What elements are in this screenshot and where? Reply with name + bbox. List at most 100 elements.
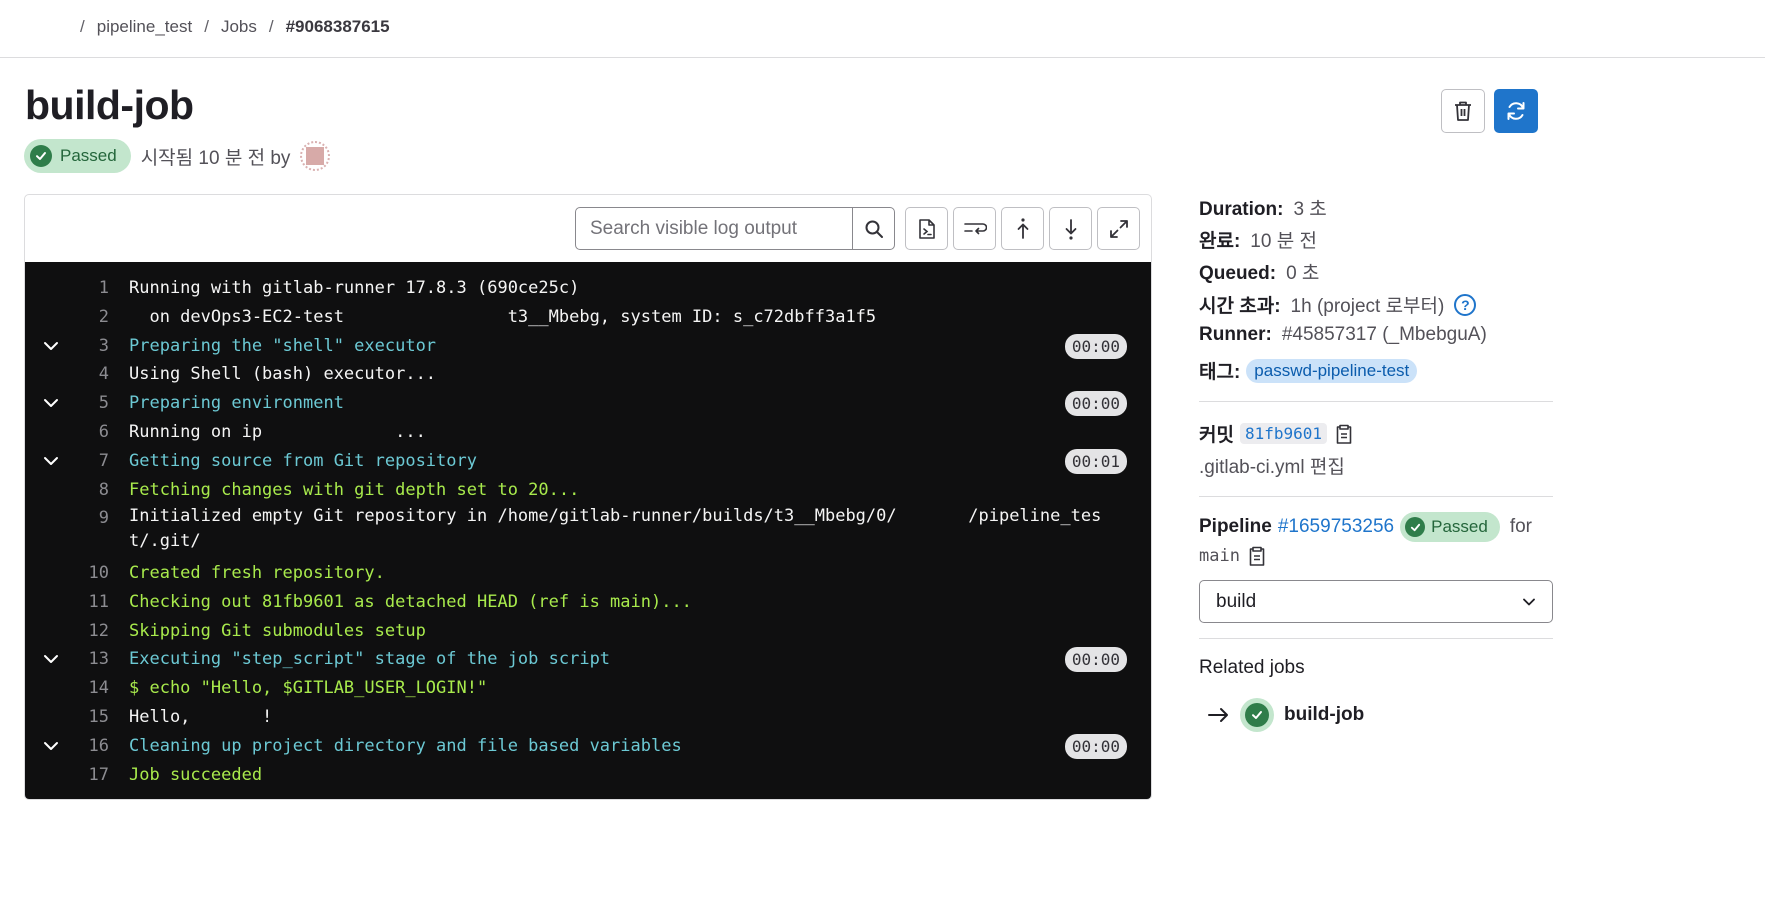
finished-value: 10 분 전 xyxy=(1250,231,1317,252)
scroll-bottom-button[interactable] xyxy=(1049,207,1092,250)
line-number[interactable]: 10 xyxy=(25,559,109,587)
stage-select-value: build xyxy=(1216,590,1257,612)
log-text: Job succeeded xyxy=(129,764,263,785)
duration-row: Duration: 3 초 xyxy=(1199,194,1327,221)
section-duration-badge: 00:00 xyxy=(1064,391,1127,417)
line-number[interactable]: 1 xyxy=(25,274,109,302)
log-text: Preparing the "shell" executor xyxy=(129,335,437,356)
commit-sha-link[interactable]: 81fb9601 xyxy=(1239,423,1328,444)
divider xyxy=(1199,638,1553,639)
commit-row: 커밋 81fb9601 xyxy=(1199,420,1353,447)
status-badge[interactable]: Passed xyxy=(24,139,131,173)
related-job-item[interactable]: build-job xyxy=(1208,698,1364,732)
copy-commit-button[interactable] xyxy=(1335,423,1353,445)
line-number[interactable]: 11 xyxy=(25,588,109,616)
copy-ref-button[interactable] xyxy=(1248,545,1266,567)
line-number[interactable]: 17 xyxy=(25,761,109,789)
breadcrumb: / pipeline_test / Jobs / #9068387615 xyxy=(80,17,390,37)
log-line: 1 Running with gitlab-runner 17.8.3 (690c… xyxy=(25,274,1151,302)
line-number[interactable]: 8 xyxy=(25,476,109,504)
breadcrumb-separator: / xyxy=(204,17,209,36)
scroll-top-icon xyxy=(1017,217,1028,239)
log-line: 10 Created fresh repository. xyxy=(25,559,1151,587)
top-bar: / pipeline_test / Jobs / #9068387615 xyxy=(0,0,1765,58)
help-icon[interactable]: ? xyxy=(1454,293,1477,316)
status-ring xyxy=(1240,698,1274,732)
pipeline-status-badge[interactable]: Passed xyxy=(1400,512,1500,542)
pipeline-status-label: Passed xyxy=(1431,517,1488,536)
log-search-button[interactable] xyxy=(852,208,894,249)
breadcrumb-separator: / xyxy=(80,17,85,36)
tags-row: 태그: passwd-pipeline-test xyxy=(1199,357,1418,384)
line-number[interactable]: 16 xyxy=(25,732,109,760)
erase-job-button[interactable] xyxy=(1441,89,1485,133)
line-number[interactable]: 7 xyxy=(25,447,109,475)
runner-row: Runner: #45857317 (_MbebguA) xyxy=(1199,324,1487,346)
avatar[interactable] xyxy=(300,141,331,171)
log-text: Preparing environment xyxy=(129,393,344,414)
line-number[interactable]: 13 xyxy=(25,645,109,673)
tags-label: 태그: xyxy=(1199,362,1241,383)
queued-label: Queued: xyxy=(1199,263,1277,284)
ci-file-link[interactable]: .gitlab-ci.yml 편집 xyxy=(1199,452,1345,479)
tag-badge: passwd-pipeline-test xyxy=(1246,358,1418,383)
log-line: 17 Job succeeded xyxy=(25,761,1151,789)
log-line: 4 Using Shell (bash) executor... xyxy=(25,360,1151,388)
line-number[interactable]: 9 xyxy=(25,504,109,532)
wrap-text-icon xyxy=(963,222,987,234)
line-number[interactable]: 6 xyxy=(25,418,109,446)
line-number[interactable]: 14 xyxy=(25,674,109,702)
line-number[interactable]: 3 xyxy=(25,332,109,360)
log-line: 15 Hello, ! xyxy=(25,703,1151,731)
ref-link[interactable]: main xyxy=(1199,546,1240,566)
log-line: 14 $ echo "Hello, $GITLAB_USER_LOGIN!" xyxy=(25,674,1151,702)
log-section-header[interactable]: 13 Executing "step_script" stage of the j… xyxy=(25,645,1151,673)
log-text: Executing "step_script" stage of the job… xyxy=(129,649,611,670)
log-text: Fetching changes with git depth set to 2… xyxy=(129,479,580,500)
check-circle-icon xyxy=(1245,703,1269,727)
timeout-label: 시간 초과: xyxy=(1199,296,1281,317)
raw-log-button[interactable] xyxy=(905,207,948,250)
breadcrumb-job-id[interactable]: #9068387615 xyxy=(286,17,390,37)
line-number[interactable]: 15 xyxy=(25,703,109,731)
line-number[interactable]: 5 xyxy=(25,389,109,417)
log-line: 6 Running on ip ... xyxy=(25,418,1151,446)
log-text: on devOps3-EC2-test t3__Mbebg, system ID… xyxy=(129,306,877,327)
stage-select[interactable]: build xyxy=(1199,580,1553,623)
log-text: Using Shell (bash) executor... xyxy=(129,364,437,385)
log-section-header[interactable]: 5 Preparing environment 00:00 xyxy=(25,389,1151,417)
log-line: 12 Skipping Git submodules setup xyxy=(25,617,1151,645)
log-section-header[interactable]: 3 Preparing the "shell" executor 00:00 xyxy=(25,332,1151,360)
log-section-header[interactable]: 16 Cleaning up project directory and file… xyxy=(25,732,1151,760)
line-number[interactable]: 12 xyxy=(25,617,109,645)
status-badge-label: Passed xyxy=(60,146,117,165)
fullscreen-icon xyxy=(1109,219,1128,238)
fullscreen-button[interactable] xyxy=(1097,207,1140,250)
duration-value: 3 초 xyxy=(1293,199,1327,220)
job-status-line: Passed 시작됨 10 분 전 by xyxy=(24,139,331,173)
log-search-input[interactable] xyxy=(576,208,852,249)
log-output: 1 Running with gitlab-runner 17.8.3 (690c… xyxy=(25,262,1151,799)
check-circle-icon xyxy=(1405,517,1426,537)
log-search xyxy=(575,207,895,250)
log-text: Running with gitlab-runner 17.8.3 (690ce… xyxy=(129,278,580,298)
breadcrumb-jobs[interactable]: Jobs xyxy=(221,17,257,37)
log-text: Running on ip ... xyxy=(129,422,426,442)
page-title: build-job xyxy=(25,82,194,128)
pipeline-label: Pipeline xyxy=(1199,516,1272,537)
pipeline-link[interactable]: #1659753256 xyxy=(1278,516,1394,538)
log-section-header[interactable]: 7 Getting source from Git repository 00:01 xyxy=(25,447,1151,475)
divider xyxy=(1199,496,1553,497)
timeout-value: 1h (project 로부터) xyxy=(1290,296,1445,317)
wrap-text-button[interactable] xyxy=(953,207,996,250)
queued-row: Queued: 0 초 xyxy=(1199,258,1319,285)
log-line: 11 Checking out 81fb9601 as detached HEAD… xyxy=(25,588,1151,616)
line-number[interactable]: 2 xyxy=(25,303,109,331)
log-line: 8 Fetching changes with git depth set to … xyxy=(25,476,1151,504)
log-text: Skipping Git submodules setup xyxy=(129,620,426,641)
retry-job-button[interactable] xyxy=(1494,89,1538,133)
breadcrumb-project[interactable]: pipeline_test xyxy=(97,17,192,37)
line-number[interactable]: 4 xyxy=(25,360,109,388)
log-text: Created fresh repository. xyxy=(129,562,385,583)
scroll-top-button[interactable] xyxy=(1001,207,1044,250)
